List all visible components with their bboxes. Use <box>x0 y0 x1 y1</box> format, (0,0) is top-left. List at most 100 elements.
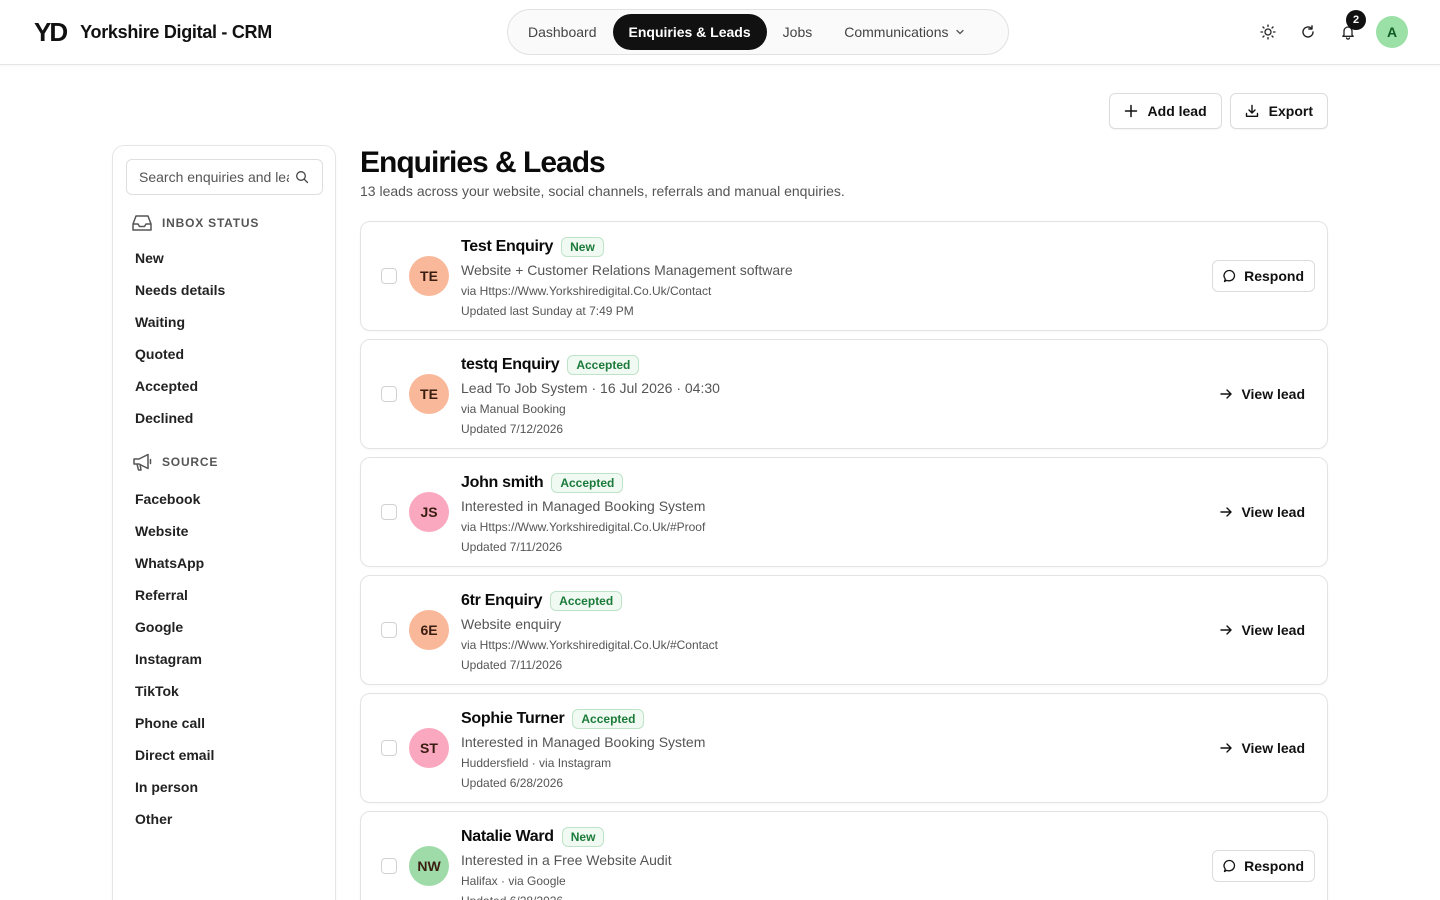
notifications-button[interactable]: 2 <box>1330 10 1366 50</box>
export-button[interactable]: Export <box>1229 93 1328 129</box>
lead-select-checkbox[interactable] <box>381 622 397 638</box>
lead-title-row: Sophie Turner Accepted <box>461 708 705 730</box>
lead-title-row: testq Enquiry Accepted <box>461 354 720 376</box>
search-input[interactable] <box>139 169 289 185</box>
source-filter-website[interactable]: Website <box>135 515 214 547</box>
source-heading: SOURCE <box>131 452 218 472</box>
lead-description: Website enquiry <box>461 616 562 632</box>
source-heading-label: SOURCE <box>162 455 219 469</box>
lead-name[interactable]: 6tr Enquiry <box>461 592 542 610</box>
top-icons: 2 A <box>1246 10 1408 50</box>
source-filter-other[interactable]: Other <box>135 803 214 835</box>
message-circle-icon <box>1223 269 1236 283</box>
source-filter-facebook[interactable]: Facebook <box>135 483 214 515</box>
theme-toggle-button[interactable] <box>1250 14 1286 50</box>
main-nav: Dashboard Enquiries & Leads Jobs Communi… <box>507 9 1009 55</box>
nav-jobs-label: Jobs <box>782 24 813 40</box>
status-badge: Accepted <box>550 591 623 611</box>
view-lead-button[interactable]: View lead <box>1219 736 1305 760</box>
refresh-icon <box>1302 25 1314 38</box>
lead-title-row: 6tr Enquiry Accepted <box>461 590 718 612</box>
view-lead-label: View lead <box>1241 622 1305 638</box>
lead-select-checkbox[interactable] <box>381 386 397 402</box>
status-badge: New <box>561 237 604 257</box>
lead-name[interactable]: John smith <box>461 474 544 492</box>
lead-card[interactable]: ST Sophie Turner Accepted Interested in … <box>360 693 1328 803</box>
inbox-filter-waiting[interactable]: Waiting <box>135 306 225 338</box>
lead-select-checkbox[interactable] <box>381 268 397 284</box>
nav-dashboard[interactable]: Dashboard <box>512 14 613 50</box>
arrow-right-icon <box>1220 743 1233 753</box>
add-lead-button[interactable]: Add lead <box>1108 93 1222 129</box>
user-avatar[interactable]: A <box>1376 16 1408 48</box>
lead-avatar: ST <box>409 728 449 768</box>
inbox-filter-quoted[interactable]: Quoted <box>135 338 225 370</box>
lead-avatar: NW <box>409 846 449 886</box>
app-title: Yorkshire Digital - CRM <box>80 22 272 42</box>
nav-communications[interactable]: Communications <box>828 14 980 50</box>
inbox-status-heading: INBOX STATUS <box>131 213 259 233</box>
nav-jobs[interactable]: Jobs <box>767 14 829 50</box>
lead-source: via Manual Booking <box>461 402 566 416</box>
lead-title-row: John smith Accepted <box>461 472 705 494</box>
filter-sidebar: INBOX STATUS New Needs details Waiting Q… <box>112 145 336 900</box>
page-actions: Add lead Export <box>1101 93 1328 129</box>
lead-avatar: TE <box>409 374 449 414</box>
lead-card[interactable]: TE testq Enquiry Accepted Lead To Job Sy… <box>360 339 1328 449</box>
source-filter-whatsapp[interactable]: WhatsApp <box>135 547 214 579</box>
lead-body: testq Enquiry Accepted Lead To Job Syste… <box>461 354 720 438</box>
view-lead-button[interactable]: View lead <box>1219 500 1305 524</box>
inbox-filter-declined[interactable]: Declined <box>135 402 225 434</box>
source-filter-instagram[interactable]: Instagram <box>135 643 214 675</box>
status-badge: New <box>561 827 605 847</box>
lead-name[interactable]: testq Enquiry <box>461 356 560 374</box>
lead-name[interactable]: Natalie Ward <box>461 828 554 846</box>
message-circle-icon <box>1223 859 1236 873</box>
inbox-filter-new[interactable]: New <box>135 242 225 274</box>
lead-card[interactable]: JS John smith Accepted Interested in Man… <box>360 457 1328 567</box>
view-lead-label: View lead <box>1241 740 1305 756</box>
source-filter-referral[interactable]: Referral <box>135 579 214 611</box>
lead-body: Natalie Ward New Interested in a Free We… <box>461 826 672 900</box>
inbox-filter-needs-details[interactable]: Needs details <box>135 274 225 306</box>
view-lead-button[interactable]: View lead <box>1219 618 1305 642</box>
lead-name[interactable]: Sophie Turner <box>461 710 565 728</box>
chevron-down-icon <box>955 29 964 35</box>
lead-avatar: JS <box>409 492 449 532</box>
lead-updated: Updated 7/11/2026 <box>461 540 563 554</box>
source-filter-tiktok[interactable]: TikTok <box>135 675 214 707</box>
lead-source: via Https://Www.Yorkshiredigital.Co.Uk/#… <box>461 638 718 652</box>
lead-description: Interested in Managed Booking System <box>461 734 706 750</box>
lead-card[interactable]: 6E 6tr Enquiry Accepted Website enquiry … <box>360 575 1328 685</box>
inbox-icon <box>132 215 152 231</box>
lead-card[interactable]: TE Test Enquiry New Website + Customer R… <box>360 221 1328 331</box>
inbox-filter-accepted[interactable]: Accepted <box>135 370 225 402</box>
respond-button[interactable]: Respond <box>1212 850 1315 882</box>
search-icon <box>296 171 309 184</box>
source-filter-direct-email[interactable]: Direct email <box>135 739 214 771</box>
lead-card[interactable]: NW Natalie Ward New Interested in a Free… <box>360 811 1328 900</box>
lead-source: via Https://Www.Yorkshiredigital.Co.Uk/C… <box>461 284 712 298</box>
inbox-status-heading-label: INBOX STATUS <box>162 216 260 230</box>
nav-communications-label: Communications <box>844 24 949 40</box>
view-lead-label: View lead <box>1241 386 1305 402</box>
source-filter-in-person[interactable]: In person <box>135 771 214 803</box>
source-filter-phone-call[interactable]: Phone call <box>135 707 214 739</box>
lead-select-checkbox[interactable] <box>381 858 397 874</box>
source-filter-google[interactable]: Google <box>135 611 214 643</box>
lead-name[interactable]: Test Enquiry <box>461 238 553 256</box>
megaphone-icon <box>133 453 152 471</box>
lead-body: John smith Accepted Interested in Manage… <box>461 472 705 556</box>
respond-button[interactable]: Respond <box>1212 260 1315 292</box>
search-box <box>126 159 323 195</box>
lead-body: Sophie Turner Accepted Interested in Man… <box>461 708 705 792</box>
lead-select-checkbox[interactable] <box>381 740 397 756</box>
download-icon <box>1245 104 1258 117</box>
brand[interactable]: YD Yorkshire Digital - CRM <box>34 18 272 46</box>
lead-source: Halifax · via Google <box>461 874 566 888</box>
lead-source: Huddersfield · via Instagram <box>461 756 612 770</box>
view-lead-button[interactable]: View lead <box>1219 382 1305 406</box>
lead-select-checkbox[interactable] <box>381 504 397 520</box>
refresh-button[interactable] <box>1290 14 1326 50</box>
nav-enquiries-leads[interactable]: Enquiries & Leads <box>612 14 767 50</box>
